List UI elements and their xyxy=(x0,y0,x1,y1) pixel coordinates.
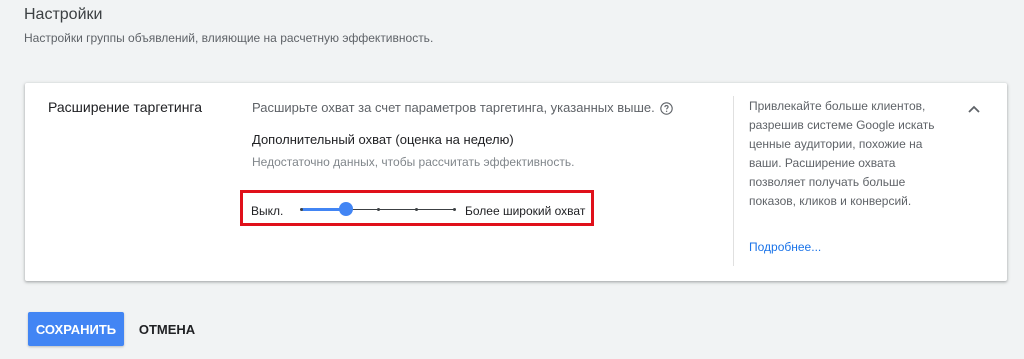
targeting-expansion-card: Расширение таргетинга Расширьте охват за… xyxy=(25,83,1007,281)
section-title: Настройки xyxy=(24,6,103,23)
targeting-expansion-title: Расширение таргетинга xyxy=(48,99,203,115)
collapse-button[interactable] xyxy=(962,97,986,121)
info-text: Привлекайте больше клиентов, разрешив си… xyxy=(749,99,935,208)
slider-step-mark xyxy=(415,208,418,211)
learn-more-link[interactable]: Подробнее... xyxy=(749,240,821,254)
additional-reach-note: Недостаточно данных, чтобы рассчитать эф… xyxy=(252,155,575,169)
slider-max-label: Более широкий охват xyxy=(465,204,586,218)
slider-step-mark xyxy=(377,208,380,211)
slider-min-label: Выкл. xyxy=(251,204,284,218)
section-subtitle: Настройки группы объявлений, влияющие на… xyxy=(24,31,434,45)
help-circle-icon[interactable] xyxy=(660,102,673,115)
settings-page: Настройки Настройки группы объявлений, в… xyxy=(0,0,1024,359)
card-divider xyxy=(733,96,734,266)
save-button[interactable]: СОХРАНИТЬ xyxy=(28,312,124,346)
targeting-expansion-description: Расширьте охват за счет параметров тарге… xyxy=(252,100,673,115)
description-text: Расширьте охват за счет параметров тарге… xyxy=(252,100,655,115)
chevron-up-icon xyxy=(968,105,980,113)
slider-step-mark xyxy=(453,208,456,211)
slider-thumb[interactable] xyxy=(339,202,353,216)
slider-step-mark xyxy=(300,208,303,211)
additional-reach-title: Дополнительный охват (оценка на неделю) xyxy=(252,132,514,147)
cancel-button[interactable]: ОТМЕНА xyxy=(130,312,204,346)
